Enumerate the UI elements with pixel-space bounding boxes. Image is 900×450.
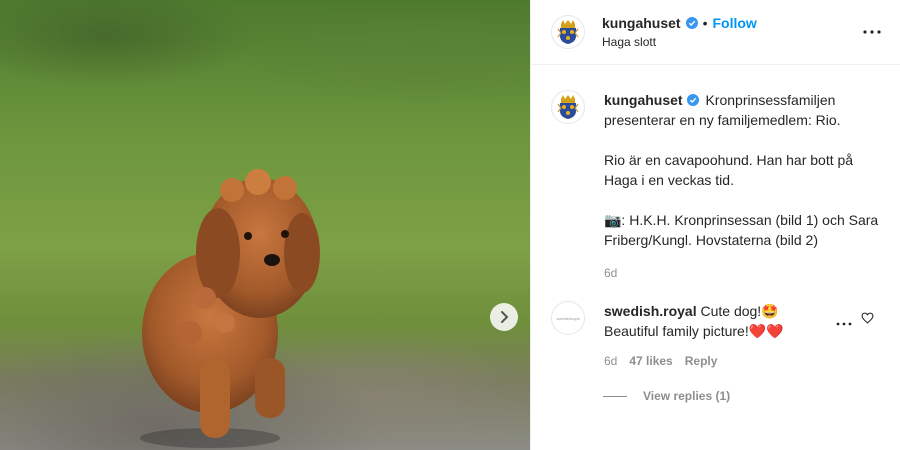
commenter-avatar-text: swedishroyal — [556, 315, 580, 321]
commenter-username[interactable]: swedish.royal — [604, 303, 697, 319]
comment-item: swedishroyal swedish.royal Cute dog!🤩 Be… — [551, 301, 884, 371]
post-photo[interactable] — [0, 0, 530, 450]
royal-crest-icon — [557, 95, 579, 119]
view-replies-label: View replies (1) — [643, 389, 731, 403]
comment-hearts: ❤️❤️ — [748, 323, 784, 339]
follow-button[interactable]: Follow — [712, 15, 756, 31]
grass-blur — [0, 0, 530, 180]
caption-line-3: 📷: H.K.H. Kronprinsessan (bild 1) och Sa… — [604, 212, 879, 248]
commenter-avatar[interactable]: swedishroyal — [551, 301, 585, 335]
comment-body: swedish.royal Cute dog!🤩 Beautiful famil… — [604, 301, 834, 371]
caption-timestamp[interactable]: 6d — [604, 263, 884, 283]
post-options-button[interactable] — [862, 22, 882, 42]
more-horizontal-icon — [836, 322, 852, 326]
like-comment-button[interactable] — [861, 311, 874, 329]
chevron-right-icon — [501, 311, 509, 323]
post-caption: kungahuset Kronprinsessfamiljen presente… — [551, 90, 884, 283]
comment-actions: 6d 47 likes Reply — [604, 351, 834, 371]
more-horizontal-icon — [863, 30, 881, 34]
replies-divider — [603, 395, 627, 397]
comment-likes[interactable]: 47 likes — [629, 351, 672, 371]
header-text: kungahuset • Follow Haga slott — [602, 15, 757, 49]
verified-badge-icon — [686, 94, 699, 106]
header-separator: • — [702, 15, 708, 31]
reply-button[interactable]: Reply — [685, 351, 718, 371]
comments-section: kungahuset Kronprinsessfamiljen presente… — [531, 90, 900, 403]
view-replies-button[interactable]: View replies (1) — [603, 389, 884, 403]
header-username[interactable]: kungahuset — [602, 15, 681, 31]
instagram-post-modal: kungahuset • Follow Haga slott kungahuse… — [0, 0, 900, 450]
caption-username[interactable]: kungahuset — [604, 92, 683, 108]
account-avatar[interactable] — [551, 15, 585, 49]
caption-avatar[interactable] — [551, 90, 585, 124]
post-side-panel: kungahuset • Follow Haga slott kungahuse… — [530, 0, 900, 450]
next-photo-button[interactable] — [490, 303, 518, 331]
caption-line-2: Rio är en cavapoohund. Han har bott på H… — [604, 152, 854, 188]
heart-outline-icon — [861, 312, 874, 324]
caption-body: kungahuset Kronprinsessfamiljen presente… — [604, 90, 884, 283]
comment-options-button[interactable] — [836, 313, 852, 331]
royal-crest-icon — [557, 20, 579, 44]
dog-image — [140, 169, 320, 448]
post-header: kungahuset • Follow Haga slott — [531, 0, 900, 65]
comment-timestamp[interactable]: 6d — [604, 351, 617, 371]
verified-badge-icon — [685, 17, 698, 29]
location-link[interactable]: Haga slott — [602, 35, 757, 49]
